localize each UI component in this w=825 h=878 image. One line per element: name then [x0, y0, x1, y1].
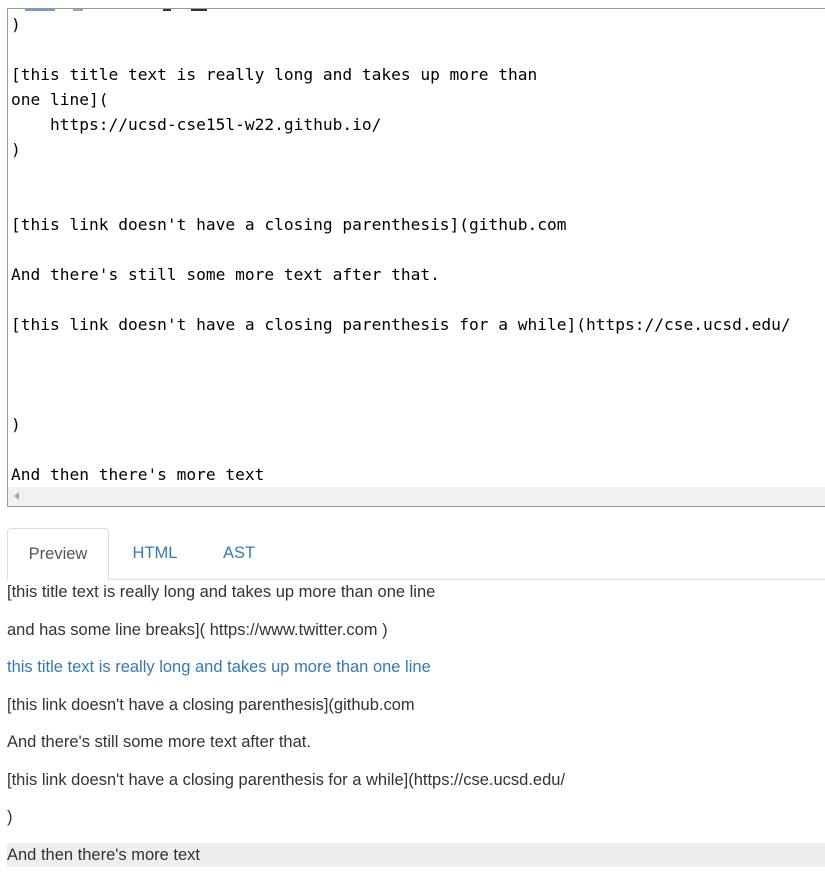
editor-line[interactable]: [this link doesn't have a closing parent…	[11, 314, 791, 336]
editor-line[interactable]: https://ucsd-cse15l-w22.github.io/	[11, 114, 381, 136]
tab-ast[interactable]: AST	[210, 528, 268, 580]
markdown-editor[interactable]: ) [this title text is really long and ta…	[7, 8, 825, 507]
preview-link[interactable]: this title text is really long and takes…	[7, 655, 431, 679]
editor-line[interactable]: [this link doesn't have a closing parent…	[11, 214, 567, 236]
preview-pane: [this title text is really long and take…	[7, 580, 825, 878]
preview-paragraph: and has some line breaks]( https://www.t…	[7, 621, 388, 639]
tab-preview[interactable]: Preview	[7, 528, 109, 580]
editor-line[interactable]: )	[11, 14, 21, 36]
preview-paragraph: )	[7, 808, 13, 826]
editor-line[interactable]: one line](	[11, 89, 108, 111]
clipped-line-fragment	[13, 9, 233, 11]
scroll-left-arrow-icon[interactable]	[14, 492, 19, 500]
tab-html[interactable]: HTML	[119, 528, 191, 580]
editor-line[interactable]: And then there's more text	[11, 464, 264, 486]
preview-paragraph: [this title text is really long and take…	[7, 583, 436, 601]
editor-line[interactable]: )	[11, 414, 21, 436]
editor-line[interactable]: )	[11, 139, 21, 161]
editor-line[interactable]: And there's still some more text after t…	[11, 264, 440, 286]
editor-line[interactable]: [this title text is really long and take…	[11, 64, 537, 86]
preview-paragraph: And there's still some more text after t…	[7, 733, 311, 751]
horizontal-scrollbar[interactable]	[8, 487, 825, 506]
preview-paragraph: [this link doesn't have a closing parent…	[7, 771, 566, 789]
preview-paragraph-highlighted: And then there's more text	[7, 843, 825, 867]
preview-paragraph: [this link doesn't have a closing parent…	[7, 696, 415, 714]
output-tabs: Preview HTML AST	[7, 528, 825, 580]
